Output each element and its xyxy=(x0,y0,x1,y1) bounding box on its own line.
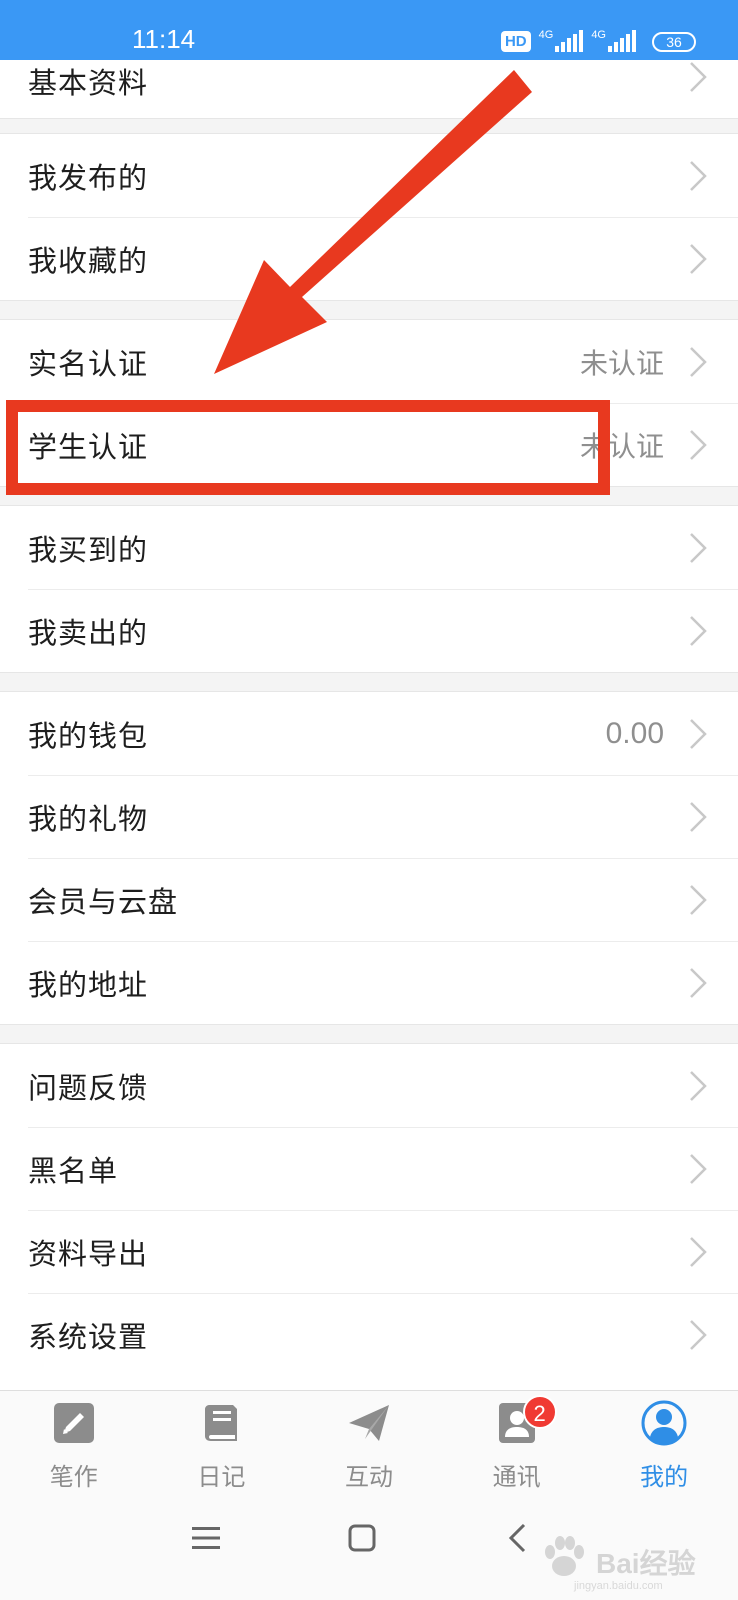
chevron-right-icon xyxy=(690,1319,707,1350)
chevron-right-icon xyxy=(690,884,707,915)
baidu-watermark: Bai经验 jingyan.baidu.com xyxy=(538,1530,708,1592)
chevron-right-icon xyxy=(690,1070,707,1101)
chevron-right-icon xyxy=(690,1153,707,1184)
chevron-right-icon xyxy=(690,801,707,832)
menu-item-membership-cloud[interactable]: 会员与云盘 xyxy=(0,858,738,941)
battery-icon: 36 xyxy=(652,32,696,52)
tab-me[interactable]: 我的 xyxy=(590,1391,738,1494)
chevron-right-icon xyxy=(690,160,707,191)
chevron-right-icon xyxy=(690,532,707,563)
menu-item-label: 我买到的 xyxy=(28,532,149,567)
menu-item-label: 问题反馈 xyxy=(28,1070,149,1105)
tab-label: 我的 xyxy=(640,1463,689,1491)
back-icon[interactable] xyxy=(498,1518,538,1558)
network-type-label: 4G xyxy=(591,29,606,41)
home-icon[interactable] xyxy=(342,1518,382,1558)
menu-item-my-favorites[interactable]: 我收藏的 xyxy=(0,217,738,300)
status-time: 11:14 xyxy=(132,24,196,54)
paper-plane-icon xyxy=(348,1405,389,1441)
tab-interact[interactable]: 互动 xyxy=(295,1391,443,1494)
menu-item-realname-verification[interactable]: 实名认证 未认证 xyxy=(0,320,738,403)
menu-item-feedback[interactable]: 问题反馈 xyxy=(0,1044,738,1127)
tab-label: 日记 xyxy=(197,1463,246,1491)
annotation-highlight-box xyxy=(6,400,610,495)
menu-item-gifts[interactable]: 我的礼物 xyxy=(0,775,738,858)
menu-item-my-posts[interactable]: 我发布的 xyxy=(0,134,738,217)
menu-item-label: 我的礼物 xyxy=(28,801,149,836)
menu-item-label: 基本资料 xyxy=(28,66,149,100)
menu-item-wallet[interactable]: 我的钱包 0.00 xyxy=(0,692,738,775)
menu-item-address[interactable]: 我的地址 xyxy=(0,941,738,1024)
watermark-text: Bai经验 xyxy=(596,1548,696,1579)
chevron-right-icon xyxy=(690,967,707,998)
chevron-right-icon xyxy=(690,346,707,377)
tab-contacts[interactable]: 2 通讯 xyxy=(443,1391,591,1494)
menu-item-basic-info[interactable]: 基本资料 xyxy=(0,60,738,118)
verification-status: 未认证 xyxy=(579,346,664,380)
watermark-url: jingyan.baidu.com xyxy=(574,1580,663,1592)
menu-item-label: 我卖出的 xyxy=(28,615,149,650)
hd-voice-icon: HD xyxy=(500,31,531,52)
group-divider xyxy=(0,300,738,320)
tab-label: 笔作 xyxy=(49,1463,98,1491)
menu-item-blacklist[interactable]: 黑名单 xyxy=(0,1127,738,1210)
chevron-right-icon xyxy=(690,1236,707,1267)
network-type-label: 4G xyxy=(538,29,554,41)
group-divider xyxy=(0,672,738,692)
menu-item-label: 我收藏的 xyxy=(28,243,149,278)
menu-item-sold[interactable]: 我卖出的 xyxy=(0,589,738,672)
tab-diary[interactable]: 日记 xyxy=(148,1391,296,1494)
chevron-right-icon xyxy=(690,62,707,92)
tab-write[interactable]: 笔作 xyxy=(0,1391,148,1494)
menu-item-label: 我的钱包 xyxy=(28,718,149,753)
bottom-tab-bar: 笔作 日记 互动 2 通讯 我的 xyxy=(0,1390,738,1494)
tab-label: 通讯 xyxy=(492,1463,541,1491)
menu-item-label: 我发布的 xyxy=(28,160,149,195)
chevron-right-icon xyxy=(690,243,707,274)
menu-item-purchased[interactable]: 我买到的 xyxy=(0,506,738,589)
signal-sim1: 4G xyxy=(539,30,584,52)
status-bar: 11:14 HD 4G 4G 36 xyxy=(0,0,738,60)
status-icons: HD 4G 4G 36 xyxy=(500,26,696,52)
signal-sim2: 4G xyxy=(591,30,636,52)
menu-item-label: 我的地址 xyxy=(28,967,149,1002)
menu-item-label: 资料导出 xyxy=(28,1236,149,1271)
user-icon xyxy=(641,1400,687,1446)
chevron-right-icon xyxy=(690,615,707,646)
signal-strength-icon xyxy=(608,30,636,52)
paw-icon xyxy=(545,1536,584,1576)
group-divider xyxy=(0,1024,738,1044)
book-icon xyxy=(205,1405,238,1441)
unread-badge: 2 xyxy=(522,1395,557,1429)
chevron-right-icon xyxy=(690,718,707,749)
group-divider xyxy=(0,118,738,134)
menu-item-label: 黑名单 xyxy=(28,1153,119,1188)
menu-item-label: 系统设置 xyxy=(28,1319,149,1354)
menu-icon[interactable] xyxy=(186,1518,226,1558)
menu-item-label: 会员与云盘 xyxy=(28,884,179,919)
signal-strength-icon xyxy=(555,30,584,52)
pencil-icon xyxy=(53,1403,94,1443)
wallet-balance: 0.00 xyxy=(605,716,664,750)
chevron-right-icon xyxy=(690,429,707,460)
menu-item-label: 实名认证 xyxy=(28,346,149,381)
menu-item-system-settings[interactable]: 系统设置 xyxy=(0,1293,738,1376)
settings-menu-list: 基本资料 我发布的 我收藏的 实名认证 未认证 学生认证 未认证 我买到的 我卖… xyxy=(0,60,738,1376)
menu-item-data-export[interactable]: 资料导出 xyxy=(0,1210,738,1293)
tab-label: 互动 xyxy=(344,1463,393,1491)
